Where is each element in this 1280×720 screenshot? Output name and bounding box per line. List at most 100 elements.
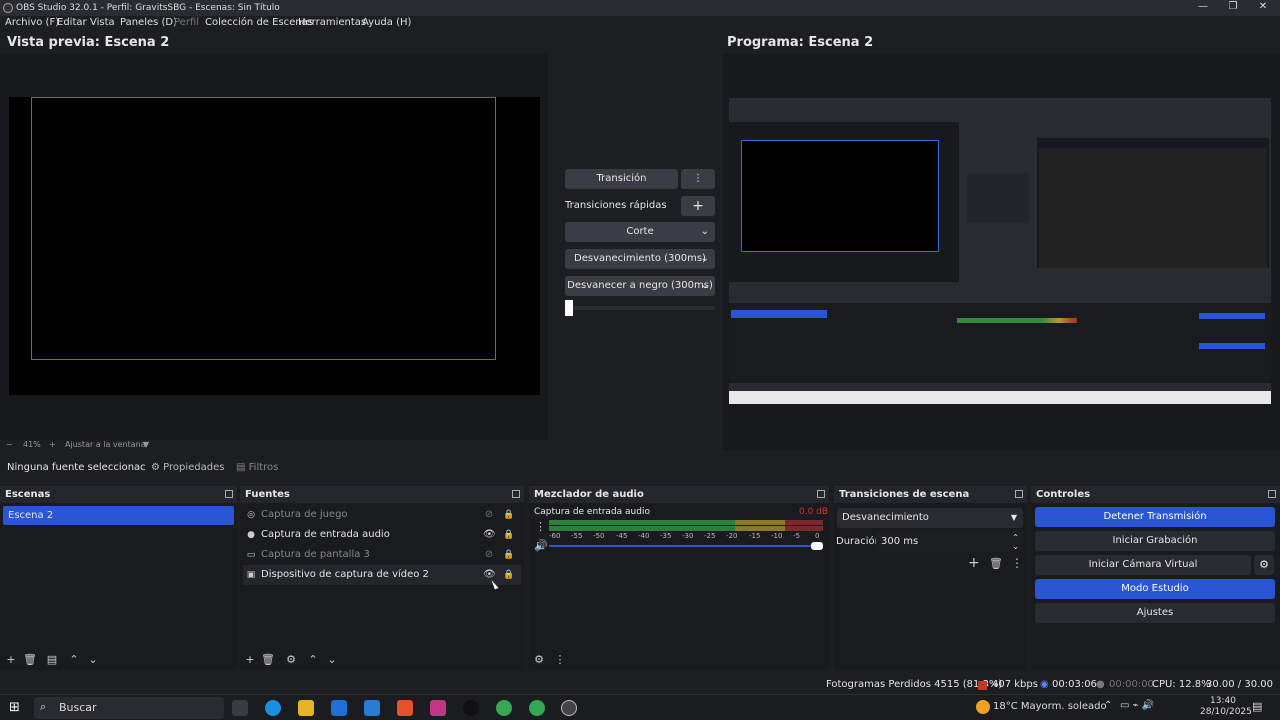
kebab-menu-icon[interactable]: ⋮ xyxy=(1011,556,1023,570)
filters-button[interactable]: ▤ Filtros xyxy=(236,462,278,473)
studio-mode-button[interactable]: Modo Estudio xyxy=(1035,579,1275,599)
virtual-camera-settings-icon[interactable]: ⚙ xyxy=(1254,555,1274,575)
visibility-eye-icon[interactable]: 👁 xyxy=(483,529,496,541)
tray-chevron-icon[interactable]: ⌃ xyxy=(1104,700,1112,711)
scenes-dock-header: Escenas xyxy=(0,487,237,503)
minimize-button[interactable]: — xyxy=(1188,0,1218,16)
brave-icon[interactable] xyxy=(397,700,413,716)
audio-meter-yellow xyxy=(735,520,785,525)
menu-ayuda[interactable]: Ayuda (H) xyxy=(362,17,411,28)
menu-archivo[interactable]: Archivo (F) xyxy=(5,17,59,28)
chrome-icon[interactable] xyxy=(496,700,512,716)
source-label: Captura de juego xyxy=(261,509,348,520)
add-scene-icon[interactable]: + xyxy=(4,653,18,667)
notification-icon[interactable]: ▤ xyxy=(1252,700,1262,713)
zoom-in-button[interactable]: + xyxy=(49,440,56,449)
lock-icon[interactable]: 🔒 xyxy=(503,549,514,561)
zoom-out-button[interactable]: − xyxy=(6,440,13,449)
transition-button[interactable]: Transición xyxy=(565,169,678,189)
transition-slider-track[interactable] xyxy=(565,306,715,310)
transition-select[interactable]: Desvanecimiento ▼ xyxy=(837,508,1023,528)
settings-button[interactable]: Ajustes xyxy=(1035,603,1275,623)
instagram-icon[interactable] xyxy=(430,700,446,716)
delete-scene-icon[interactable]: 🗑 xyxy=(23,653,37,667)
start-virtual-camera-button[interactable]: Iniciar Cámara Virtual xyxy=(1035,555,1251,575)
menu-perfil[interactable]: Perfil xyxy=(174,17,199,28)
mixer-tick-label: -25 xyxy=(704,532,716,540)
speaker-icon[interactable]: 🔊 xyxy=(534,539,548,552)
menu-editar[interactable]: Editar xyxy=(57,17,87,28)
quick-transition-fade[interactable]: Desvanecimiento (300ms) ⌄ xyxy=(565,249,715,269)
tray-icons[interactable]: ▭ ⌁ 🔊 xyxy=(1120,700,1154,711)
source-row[interactable]: ● Captura de entrada audio 👁 🔒 xyxy=(243,525,521,545)
properties-button[interactable]: ⚙ Propiedades xyxy=(151,462,224,473)
delete-transition-icon[interactable]: 🗑 xyxy=(989,557,1003,570)
mixer-tick-label: -60 xyxy=(549,532,561,540)
menu-herramientas[interactable]: Herramientas xyxy=(298,17,366,28)
capcut-icon[interactable] xyxy=(463,700,479,716)
preview-selection-box[interactable] xyxy=(31,97,496,360)
lock-icon[interactable]: 🔒 xyxy=(503,569,514,581)
popout-icon[interactable] xyxy=(1268,490,1276,498)
start-recording-button[interactable]: Iniciar Grabación xyxy=(1035,531,1275,551)
popout-icon[interactable] xyxy=(512,490,520,498)
visibility-hidden-icon[interactable]: ⊘ xyxy=(483,549,495,561)
obs-icon[interactable] xyxy=(561,700,577,716)
spin-down-icon[interactable]: ⌄ xyxy=(1012,537,1019,557)
popout-icon[interactable] xyxy=(817,490,825,498)
advanced-audio-icon[interactable]: ⚙ xyxy=(532,653,546,667)
transition-menu-icon[interactable]: ⋮ xyxy=(681,169,715,189)
status-bar: Fotogramas Perdidos 4515 (81.3%) 407 kbp… xyxy=(0,676,1280,708)
duration-spinbox[interactable]: 300 ms ⌃ ⌄ xyxy=(876,532,1023,552)
source-row[interactable]: ▭ Captura de pantalla 3 ⊘ 🔒 xyxy=(243,545,521,565)
source-properties-icon[interactable]: ⚙ xyxy=(284,653,298,667)
menu-paneles[interactable]: Paneles (D) xyxy=(120,17,177,28)
chevron-down-icon[interactable]: ▼ xyxy=(143,440,149,449)
maximize-button[interactable]: ❐ xyxy=(1218,0,1248,16)
mixer-tick-label: -5 xyxy=(793,532,800,540)
store-icon[interactable] xyxy=(331,700,347,716)
quick-transition-cut[interactable]: Corte ⌄ xyxy=(565,222,715,242)
delete-source-icon[interactable]: 🗑 xyxy=(261,653,275,667)
audio-meter-red xyxy=(785,520,823,525)
scenes-footer: + 🗑 ▤ ⌃ ⌄ xyxy=(0,650,237,670)
source-row[interactable]: ◎ Captura de juego ⊘ 🔒 xyxy=(243,505,521,525)
popout-icon[interactable] xyxy=(225,490,233,498)
menu-vista[interactable]: Vista xyxy=(90,17,115,28)
add-quick-transition-button[interactable]: + xyxy=(681,196,715,216)
volume-slider-handle[interactable] xyxy=(811,542,823,550)
chrome-icon[interactable] xyxy=(529,700,545,716)
scene-item[interactable]: Escena 2 xyxy=(3,506,234,525)
add-source-icon[interactable]: + xyxy=(243,653,257,667)
close-button[interactable]: ✕ xyxy=(1248,0,1278,16)
move-up-icon[interactable]: ⌃ xyxy=(306,653,320,667)
scene-filters-icon[interactable]: ▤ xyxy=(45,653,59,667)
taskbar-search-box[interactable]: ⌕ Buscar xyxy=(34,697,224,719)
kebab-menu-icon[interactable]: ⋮ xyxy=(535,520,546,533)
move-down-icon[interactable]: ⌄ xyxy=(325,653,339,667)
kebab-menu-icon[interactable]: ⋮ xyxy=(553,653,567,667)
task-view-icon[interactable] xyxy=(232,700,248,716)
stop-streaming-button[interactable]: Detener Transmisión xyxy=(1035,507,1275,527)
visibility-hidden-icon[interactable]: ⊘ xyxy=(483,509,495,521)
quick-transition-label: Desvanecimiento (300ms) xyxy=(574,253,706,264)
fit-window-dropdown[interactable]: Ajustar a la ventana xyxy=(65,440,146,449)
lock-icon[interactable]: 🔒 xyxy=(503,529,514,541)
mixer-tick-label: -35 xyxy=(660,532,672,540)
popout-icon[interactable] xyxy=(1015,490,1023,498)
windows-start-icon[interactable]: ⊞ xyxy=(9,700,20,715)
chevron-down-icon: ▼ xyxy=(1010,513,1017,522)
volume-slider-track[interactable] xyxy=(549,545,823,547)
file-explorer-icon[interactable] xyxy=(298,700,314,716)
move-up-icon[interactable]: ⌃ xyxy=(67,653,81,667)
move-down-icon[interactable]: ⌄ xyxy=(86,653,100,667)
quick-transition-fade-black[interactable]: Desvanecer a negro (300ms) ⌄ xyxy=(565,276,715,296)
transition-slider-handle[interactable] xyxy=(565,300,573,316)
add-transition-icon[interactable]: + xyxy=(968,555,980,571)
edge-icon[interactable] xyxy=(265,700,281,716)
menu-coleccion-escenas[interactable]: Colección de Escenas xyxy=(205,17,313,28)
mixer-tick-label: 0 xyxy=(815,532,820,540)
lock-icon[interactable]: 🔒 xyxy=(503,509,514,521)
source-row[interactable]: ▣ Dispositivo de captura de vídeo 2 👁 🔒 xyxy=(243,565,521,585)
outlook-icon[interactable] xyxy=(364,700,380,716)
